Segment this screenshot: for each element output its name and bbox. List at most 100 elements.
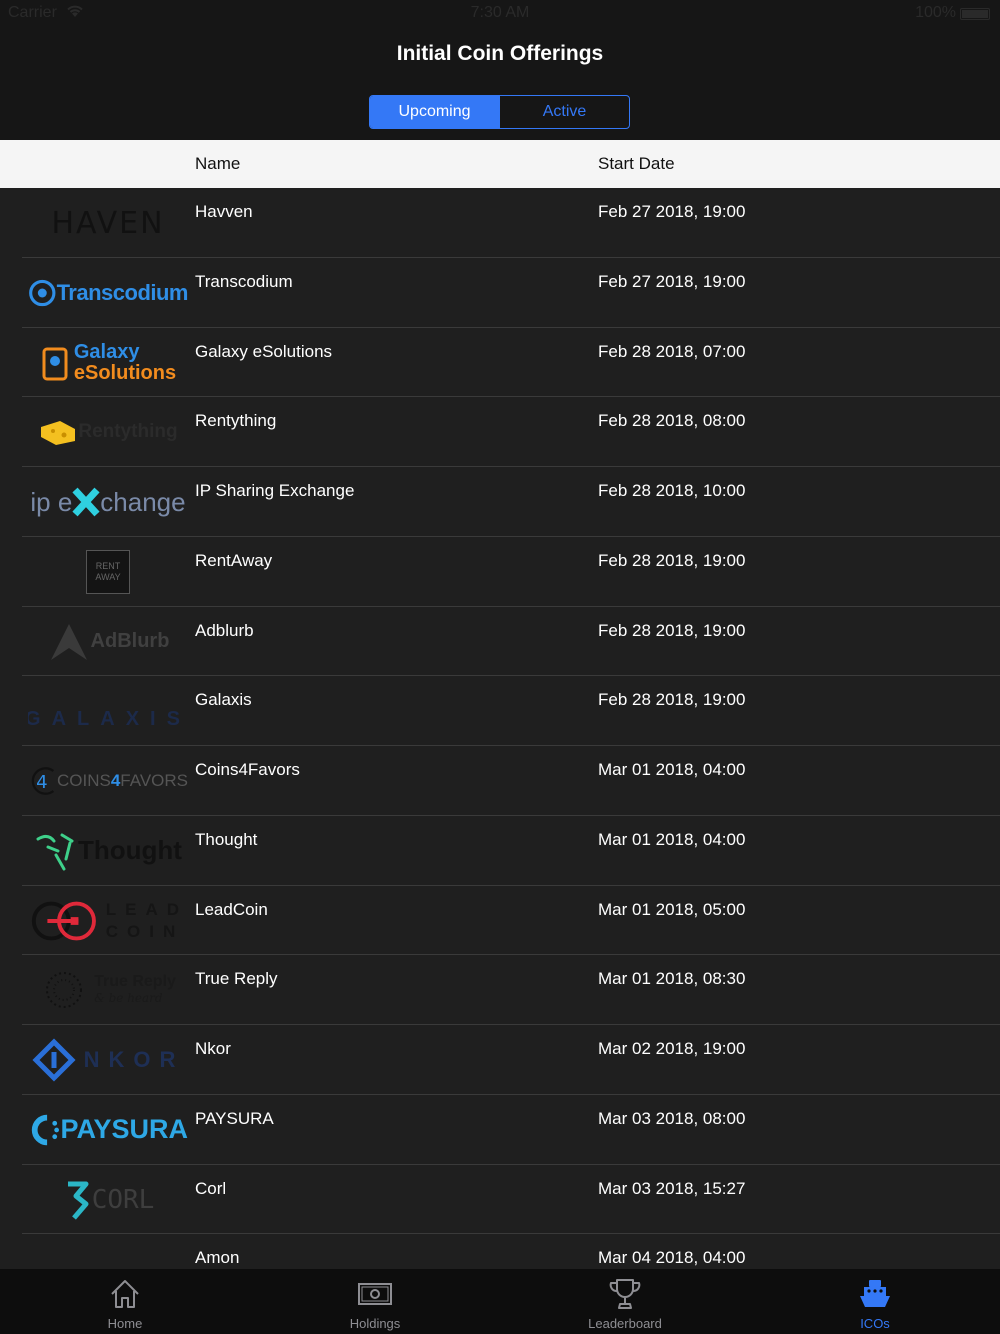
ico-list[interactable]: HAVEN Havven Feb 27 2018, 19:00 Transcod… [0, 188, 1000, 1269]
ip-exchange-logo: ip e change [28, 477, 188, 527]
adblurb-logo-text: AdBlurb [90, 630, 170, 652]
ico-row-true-reply[interactable]: True Reply & be heard True Reply Mar 01 … [0, 955, 1000, 1025]
column-header-start-date: Start Date [598, 154, 675, 173]
ico-start-date: Feb 28 2018, 07:00 [598, 341, 746, 361]
home-icon [108, 1277, 142, 1311]
corl-logo: CORL [28, 1175, 188, 1225]
ico-row-galaxy-esolutions[interactable]: Galaxy eSolutions Galaxy eSolutions Feb … [0, 328, 1000, 398]
ico-row-nkor[interactable]: NKOR Nkor Mar 02 2018, 19:00 [0, 1025, 1000, 1095]
ico-name: RentAway [195, 550, 273, 570]
ico-name: Galaxy eSolutions [195, 341, 333, 361]
rentything-logo: Rentything [28, 407, 188, 457]
ip-logo-text-2: change [100, 486, 186, 517]
coins4favors-logo-text-2: 4 [110, 771, 121, 790]
ico-start-date: Feb 28 2018, 19:00 [598, 620, 746, 640]
ico-start-date: Feb 28 2018, 08:00 [598, 411, 746, 431]
rentything-cheese-icon [41, 421, 76, 446]
galaxy-phone-icon [42, 347, 68, 380]
ico-row-thought[interactable]: Thought Thought Mar 01 2018, 04:00 [0, 816, 1000, 886]
ico-name: Coins4Favors [195, 760, 300, 779]
paysura-logo-text: PAYSURA [60, 1114, 188, 1145]
havven-logo: HAVEN [28, 198, 188, 248]
column-header-name: Name [195, 154, 241, 173]
battery-percent: 100% [915, 4, 956, 21]
transcodium-mark-icon [29, 279, 56, 306]
galaxy-logo-text-2: eSolutions [73, 361, 177, 384]
ico-row-ip-sharing-exchange[interactable]: ip e change IP Sharing Exchange Feb 28 2… [0, 467, 1000, 537]
ico-start-date: Mar 04 2018, 04:00 [598, 1248, 746, 1268]
tab-label: Leaderboard [588, 1316, 662, 1331]
ico-name: PAYSURA [195, 1108, 274, 1128]
galaxis-logo: GALAXIS [28, 686, 188, 736]
ico-start-date: Feb 28 2018, 10:00 [598, 481, 746, 500]
tab-icos[interactable]: ICOs [750, 1269, 1000, 1334]
rentaway-logo: RENT AWAY [28, 547, 188, 597]
ico-start-date: Feb 27 2018, 19:00 [598, 202, 746, 221]
table-header: Name Start Date [0, 140, 1000, 188]
ico-name: Nkor [195, 1039, 231, 1058]
leadcoin-logo: LEAD COIN [28, 896, 188, 946]
thought-logo: Thought [28, 826, 188, 876]
rentaway-logo-text-1: RENT [95, 560, 121, 571]
true-reply-burst-icon [46, 972, 83, 1009]
ip-x-icon [72, 487, 100, 517]
ico-row-leadcoin[interactable]: LEAD COIN LeadCoin Mar 01 2018, 05:00 [0, 886, 1000, 956]
ico-name: Havven [195, 202, 253, 221]
paysura-logo: PAYSURA [28, 1105, 188, 1155]
coins4favors-mark-icon: 4 [31, 767, 55, 795]
rentaway-logo-text-2: AWAY [95, 571, 121, 582]
ico-start-date: Feb 28 2018, 19:00 [598, 550, 746, 570]
transcodium-logo-text: Transcodium [56, 279, 188, 305]
thought-branch-icon [36, 833, 74, 871]
ico-row-rentything[interactable]: Rentything Rentything Feb 28 2018, 08:00 [0, 397, 1000, 467]
ico-start-date: Mar 01 2018, 08:30 [598, 969, 746, 989]
coins4favors-logo: 4 COINS 4 FAVORS [28, 756, 188, 806]
rentything-logo-text: Rentything [78, 421, 178, 443]
tab-leaderboard[interactable]: Leaderboard [500, 1269, 750, 1334]
ico-row-amon[interactable]: amon Amon Mar 04 2018, 04:00 [0, 1234, 1000, 1269]
ico-start-date: Mar 01 2018, 04:00 [598, 829, 746, 849]
ico-name: Transcodium [195, 271, 293, 291]
tab-bar: Home Holdings Leaderboard ICOs [0, 1269, 1000, 1334]
tab-holdings[interactable]: Holdings [250, 1269, 500, 1334]
ico-row-coins4favors[interactable]: 4 COINS 4 FAVORS Coins4Favors Mar 01 201… [0, 746, 1000, 816]
corl-logo-text: CORL [91, 1184, 155, 1215]
ico-row-galaxis[interactable]: GALAXIS Galaxis Feb 28 2018, 19:00 [0, 676, 1000, 746]
ship-icon [858, 1277, 892, 1311]
segment-upcoming[interactable]: Upcoming [370, 96, 499, 128]
ico-start-date: Feb 27 2018, 19:00 [598, 271, 746, 291]
tab-label: Home [107, 1316, 143, 1331]
galaxis-logo-text: GALAXIS [28, 707, 188, 730]
ico-start-date: Feb 28 2018, 19:00 [598, 690, 746, 710]
adblurb-logo: AdBlurb [28, 617, 188, 667]
ico-row-adblurb[interactable]: AdBlurb Adblurb Feb 28 2018, 19:00 [0, 607, 1000, 677]
ico-name: Rentything [195, 411, 277, 431]
svg-text:4: 4 [36, 772, 48, 793]
tab-label: Holdings [349, 1316, 401, 1331]
ico-row-paysura[interactable]: PAYSURA PAYSURA Mar 03 2018, 08:00 [0, 1095, 1000, 1165]
true-reply-logo-text-1: True Reply [94, 973, 176, 991]
ico-name: Galaxis [195, 690, 252, 710]
ico-row-rentaway[interactable]: RENT AWAY RentAway Feb 28 2018, 19:00 [0, 537, 1000, 607]
ico-row-transcodium[interactable]: Transcodium Transcodium Feb 27 2018, 19:… [0, 258, 1000, 328]
segment-active[interactable]: Active [499, 96, 629, 128]
ico-name: Corl [195, 1178, 227, 1198]
navigation-bar: Initial Coin Offerings Upcoming Active [0, 28, 1000, 140]
ico-row-havven[interactable]: HAVEN Havven Feb 27 2018, 19:00 [0, 188, 1000, 258]
amon-logo: amon [28, 1248, 188, 1269]
ico-start-date: Mar 03 2018, 08:00 [598, 1108, 746, 1128]
nkor-logo-text: NKOR [83, 1047, 185, 1072]
tab-home[interactable]: Home [0, 1269, 250, 1334]
transcodium-logo: Transcodium [28, 268, 188, 318]
ico-name: Adblurb [195, 620, 254, 640]
havven-logo-text: HAVEN [51, 205, 165, 241]
nkor-logo: NKOR [28, 1035, 188, 1085]
status-bar: Carrier 7:30 AM 100% [0, 0, 1000, 28]
leadcoin-logo-text-2: COIN [105, 921, 185, 941]
ico-start-date: Mar 01 2018, 05:00 [598, 899, 746, 919]
ico-start-date: Mar 01 2018, 04:00 [598, 760, 746, 779]
page-title: Initial Coin Offerings [396, 42, 604, 65]
ico-row-corl[interactable]: CORL Corl Mar 03 2018, 15:27 [0, 1165, 1000, 1235]
battery-icon [960, 8, 990, 20]
adblurb-mountain-icon [50, 623, 87, 660]
